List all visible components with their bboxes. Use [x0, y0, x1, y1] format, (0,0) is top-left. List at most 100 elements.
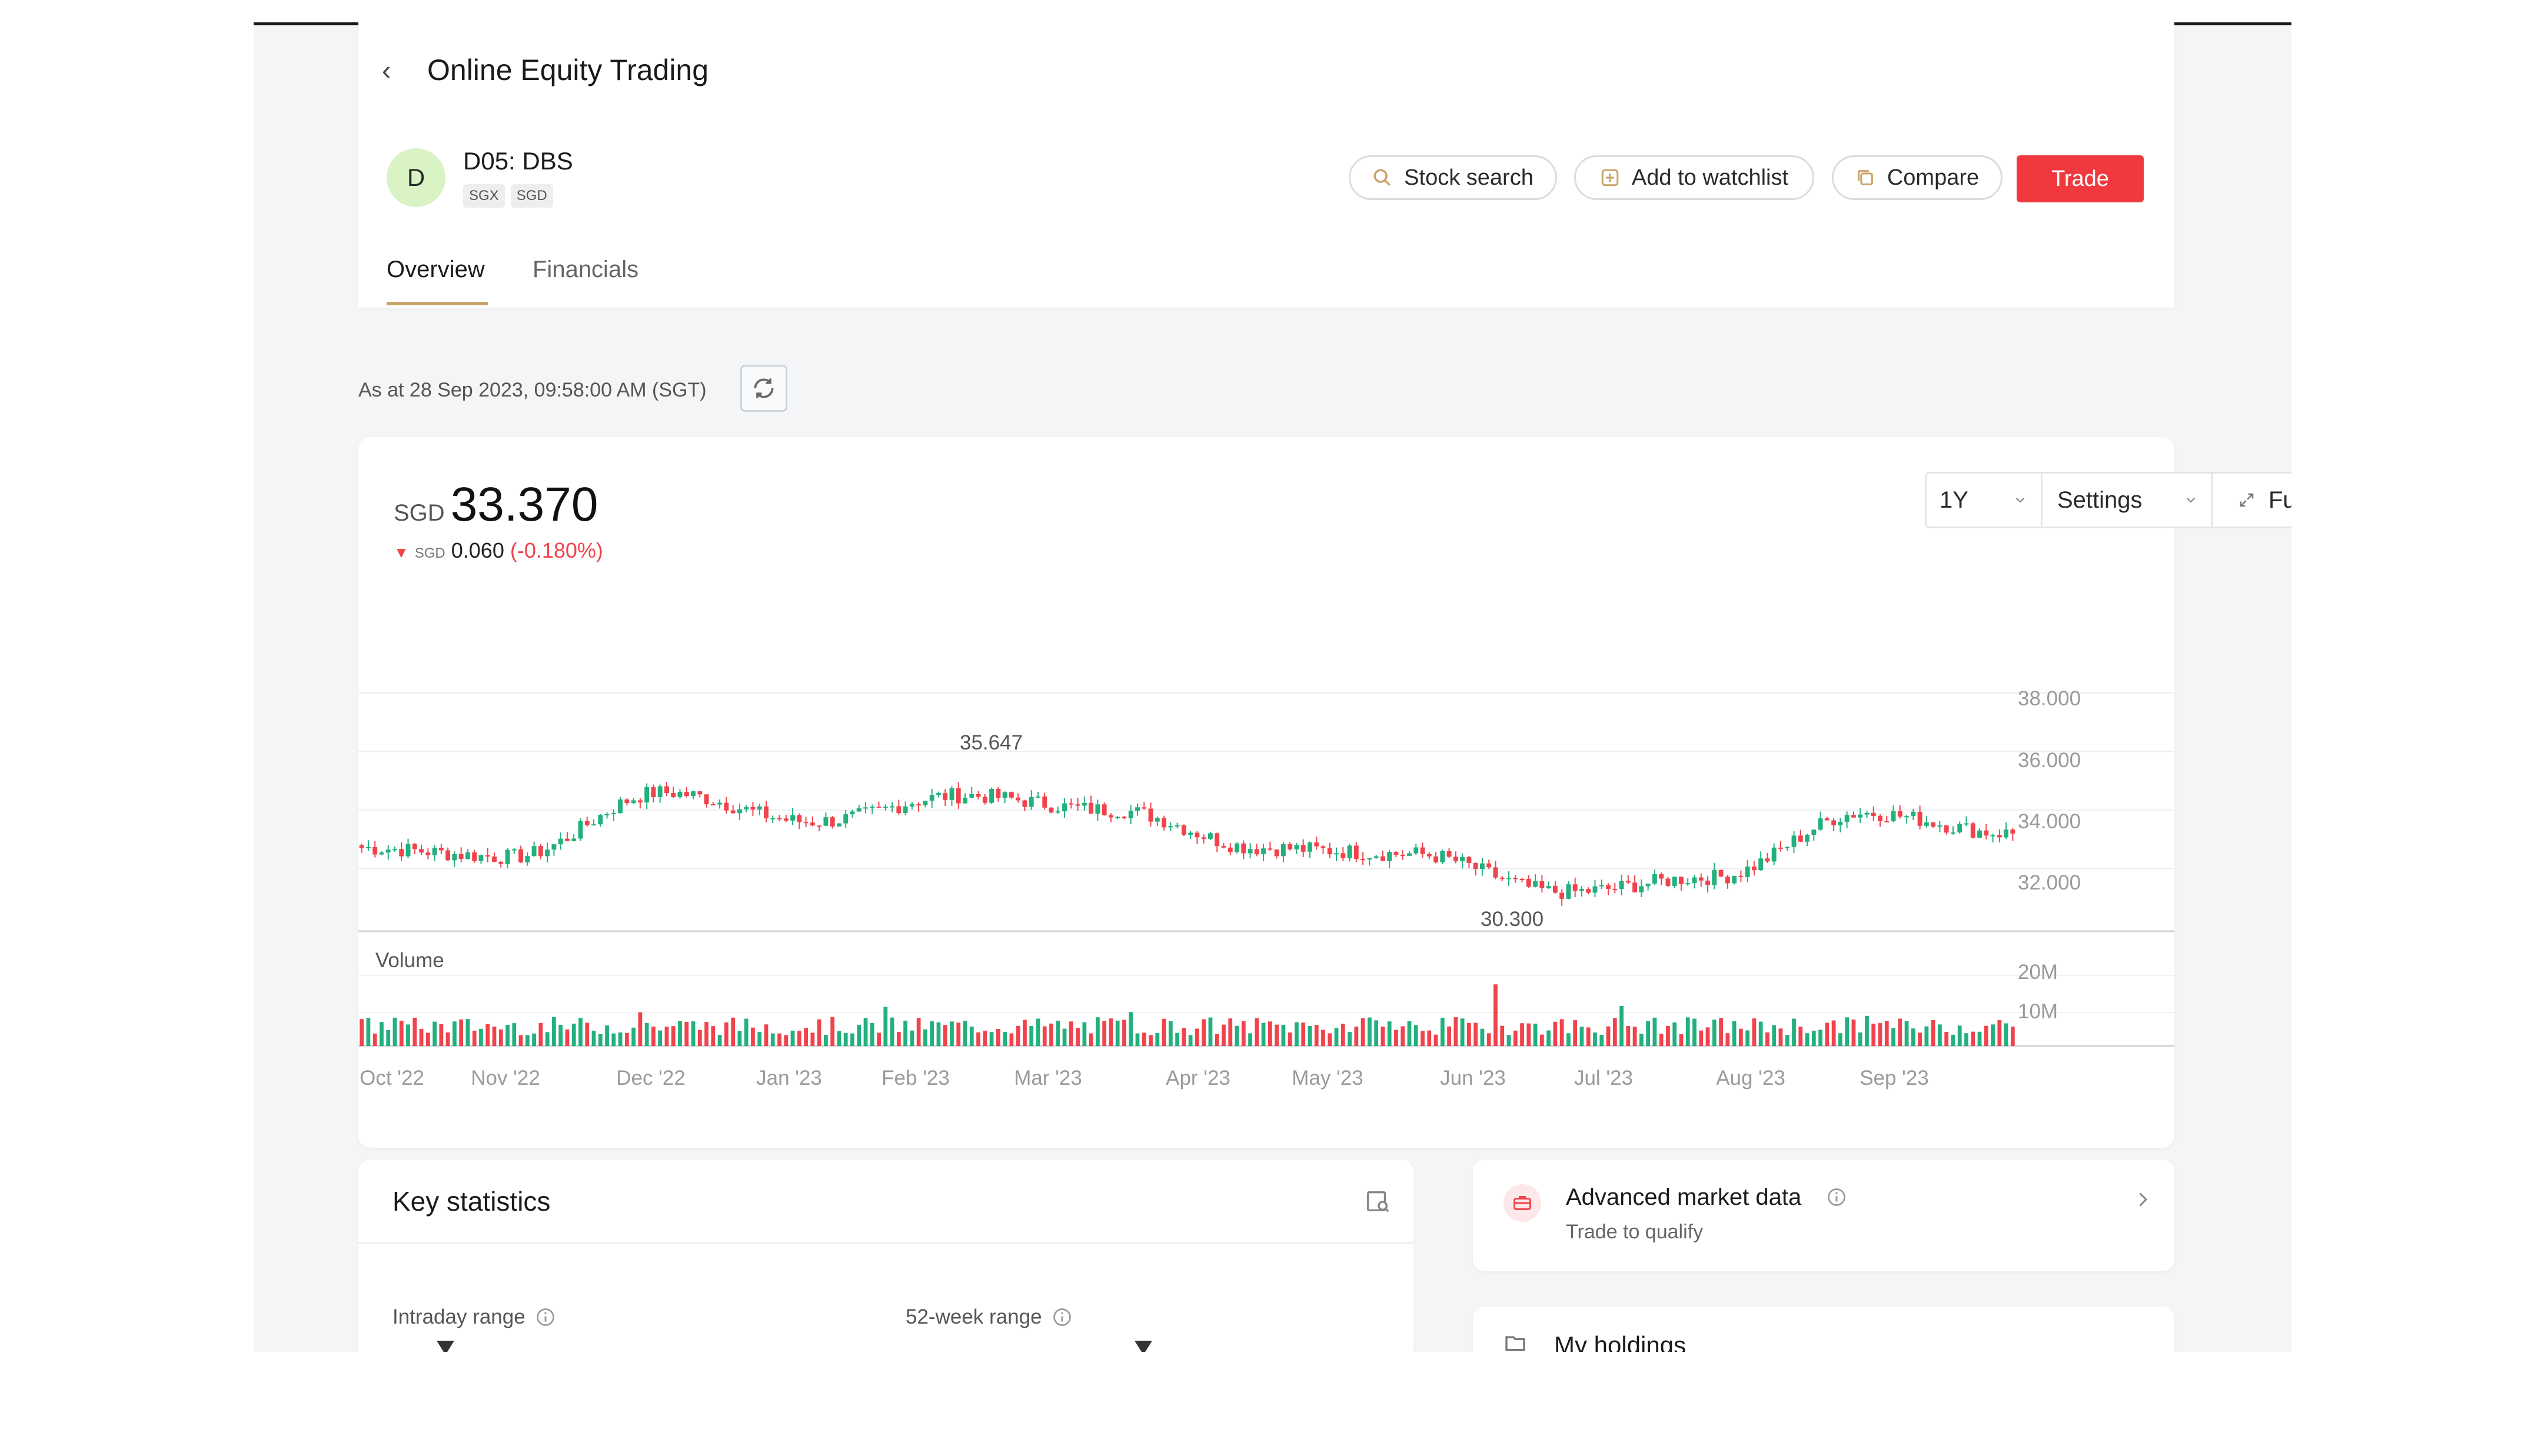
volume-bar: [731, 1017, 736, 1046]
candle-body: [1155, 818, 1160, 822]
candle-body: [551, 844, 557, 850]
volume-bar: [1082, 1022, 1087, 1046]
volume-bar: [956, 1022, 961, 1046]
volume-bar: [1957, 1025, 1962, 1046]
week52-marker-icon: [1134, 1341, 1152, 1352]
candle-body: [1135, 807, 1140, 811]
candle-body: [1280, 844, 1286, 857]
candle-body: [631, 800, 636, 804]
volume-bar: [930, 1021, 934, 1046]
candle-body: [1904, 816, 1910, 818]
candle-body: [1692, 877, 1697, 884]
volume-bar: [1009, 1033, 1014, 1046]
volume-bar: [472, 1031, 477, 1046]
candle-body: [1937, 825, 1942, 827]
volume-bar: [2010, 1027, 2015, 1046]
candle-body: [1911, 811, 1916, 817]
info-icon[interactable]: [535, 1307, 556, 1328]
volume-bar: [479, 1028, 483, 1046]
volume-tick: 20M: [2018, 961, 2058, 984]
volume-bar: [1069, 1021, 1073, 1046]
volume-bar: [1666, 1025, 1670, 1046]
candle-body: [1108, 815, 1113, 818]
volume-bar: [1911, 1028, 1915, 1046]
volume-bar: [1778, 1028, 1783, 1046]
candle-body: [1175, 825, 1180, 827]
candle-body: [1519, 878, 1525, 880]
volume-bar: [1354, 1027, 1359, 1046]
volume-bar: [1513, 1030, 1518, 1046]
volume-bar: [1758, 1021, 1763, 1046]
x-tick: Aug '23: [1716, 1067, 1785, 1089]
volume-bar: [1619, 1006, 1624, 1046]
candle-body: [836, 823, 841, 827]
price-chart[interactable]: [254, 22, 2291, 1117]
candle-body: [1824, 818, 1830, 821]
volume-bar: [704, 1022, 708, 1046]
my-holdings-card[interactable]: My holdings: [1473, 1307, 2174, 1352]
volume-bar: [638, 1012, 643, 1046]
volume-bar: [1421, 1031, 1425, 1046]
volume-bar: [386, 1030, 391, 1046]
volume-bar: [1845, 1017, 1850, 1046]
candle-body: [929, 795, 934, 801]
x-tick: Sep '23: [1860, 1067, 1929, 1089]
candle-body: [1426, 854, 1432, 857]
volume-bar: [1208, 1017, 1213, 1046]
volume-bar: [611, 1033, 616, 1046]
candle-body: [1977, 830, 1982, 838]
candle-body: [1148, 808, 1153, 822]
volume-bar: [697, 1029, 702, 1046]
volume-bar: [804, 1028, 808, 1046]
volume-bar: [857, 1025, 861, 1046]
volume-bar: [770, 1033, 775, 1046]
candle-body: [1446, 851, 1452, 857]
candle-body: [1095, 804, 1100, 814]
candle-body: [1751, 867, 1757, 871]
volume-bar: [684, 1022, 689, 1046]
volume-bar: [1533, 1024, 1538, 1046]
candle-body: [830, 817, 835, 827]
volume-bar: [631, 1027, 636, 1046]
volume-bar: [744, 1018, 749, 1046]
volume-bar: [518, 1035, 523, 1046]
y-tick: 38.000: [2018, 687, 2081, 710]
volume-bar: [465, 1019, 470, 1046]
chevron-right-icon: [2139, 1192, 2148, 1207]
candle-body: [1831, 820, 1837, 825]
candle-body: [1698, 877, 1704, 881]
volume-bar: [1056, 1021, 1060, 1046]
candle-body: [744, 807, 749, 809]
volume-bar: [1135, 1033, 1140, 1046]
volume-bar: [817, 1019, 821, 1046]
volume-bar: [664, 1027, 669, 1046]
volume-bar: [1473, 1022, 1478, 1046]
candle-body: [843, 814, 849, 824]
candle-body: [359, 845, 364, 848]
volume-bar: [1991, 1024, 1995, 1046]
volume-bar: [943, 1025, 947, 1046]
stats-detail-icon[interactable]: [1365, 1188, 1392, 1215]
candle-body: [584, 821, 590, 825]
candle-body: [571, 838, 577, 841]
low-annotation: 30.300: [1481, 908, 1544, 931]
advanced-market-data-card[interactable]: Advanced market data Trade to qualify: [1473, 1160, 2174, 1271]
info-icon[interactable]: [1826, 1187, 1847, 1208]
info-icon[interactable]: [1052, 1307, 1073, 1328]
candle-body: [1195, 832, 1200, 838]
candle-body: [525, 856, 530, 862]
volume-bar: [1142, 1032, 1146, 1046]
volume-bar: [1023, 1019, 1027, 1046]
volume-bar: [1659, 1034, 1664, 1046]
volume-bar: [1288, 1032, 1292, 1046]
candle-body: [916, 804, 922, 806]
volume-bar: [651, 1027, 656, 1046]
volume-bar: [751, 1027, 755, 1046]
candle-body: [385, 849, 391, 853]
volume-bar: [777, 1033, 781, 1046]
candle-body: [1400, 854, 1405, 856]
candle-body: [883, 807, 888, 808]
intraday-range-text: Intraday range: [392, 1305, 525, 1328]
candle-body: [691, 791, 696, 796]
volume-bar: [1003, 1032, 1007, 1046]
